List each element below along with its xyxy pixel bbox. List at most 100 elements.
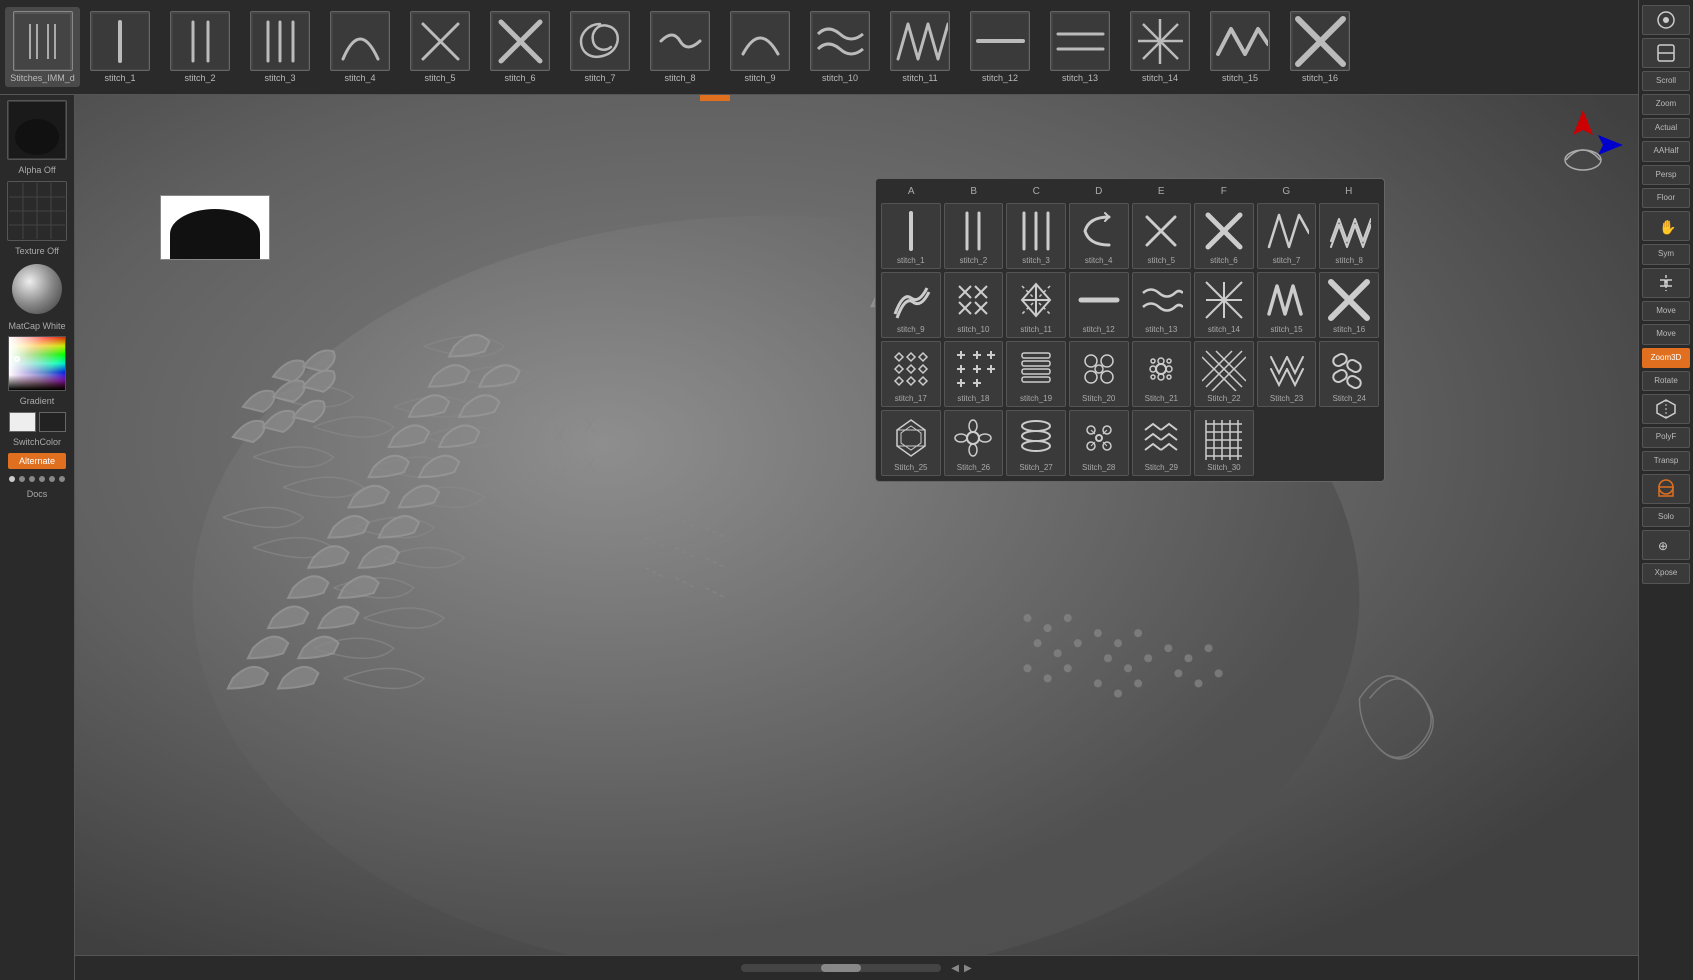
bpr-icon-btn[interactable] [1642,5,1690,35]
color-gradient[interactable] [8,336,66,391]
picker-stitch6[interactable]: stitch_6 [1194,203,1254,269]
alpha-thumb[interactable] [7,100,67,160]
sym-icon[interactable] [1642,268,1690,298]
brush-stitch6[interactable]: stitch_6 [480,7,560,87]
actual-btn[interactable]: Actual [1642,118,1690,138]
picker-stitch23-label: Stitch_23 [1270,394,1303,403]
picker-stitch9-icon [887,276,935,324]
picker-stitch8[interactable]: stitch_8 [1319,203,1379,269]
brush-stitch4-thumb [330,11,390,71]
texture-thumb[interactable] [7,181,67,241]
matcap-ball[interactable] [12,264,62,314]
picker-stitch16[interactable]: stitch_16 [1319,272,1379,338]
picker-stitch18[interactable]: stitch_18 [944,341,1004,407]
scroll-thumb[interactable] [821,964,861,972]
sym-btn[interactable]: Sym [1642,244,1690,264]
brush-stitch6-thumb [490,11,550,71]
brush-stitch10[interactable]: stitch_10 [800,7,880,87]
rotate-btn[interactable]: Rotate [1642,371,1690,391]
picker-stitch23[interactable]: Stitch_23 [1257,341,1317,407]
dot-4 [39,476,45,482]
brush-stitch16[interactable]: stitch_16 [1280,7,1360,87]
picker-stitch18-icon [949,345,997,393]
brush-stitch8[interactable]: stitch_8 [640,7,720,87]
aahalf-btn[interactable]: AAHalf [1642,141,1690,161]
picker-stitch15[interactable]: stitch_15 [1257,272,1317,338]
picker-stitch16-label: stitch_16 [1333,325,1365,334]
move-btn[interactable]: Move [1642,324,1690,344]
picker-stitch7-label: stitch_7 [1273,256,1301,265]
picker-stitch8-label: stitch_8 [1335,256,1363,265]
picker-stitch15-label: stitch_15 [1271,325,1303,334]
scroll-arrow-right[interactable]: ▶ [964,963,972,974]
floor-btn[interactable]: Floor [1642,188,1690,208]
transp-btn[interactable]: Transp [1642,451,1690,471]
swatch-black[interactable] [39,412,66,432]
picker-stitch12[interactable]: stitch_12 [1069,272,1129,338]
picker-stitch4[interactable]: stitch_4 [1069,203,1129,269]
picker-stitch26[interactable]: Stitch_26 [944,410,1004,476]
brush-stitch1[interactable]: stitch_1 [80,7,160,87]
brush-stitch4[interactable]: stitch_4 [320,7,400,87]
picker-stitch17[interactable]: stitch_17 [881,341,941,407]
zoom3d-btn[interactable]: Zoom3D [1642,348,1690,368]
col-g: G [1256,184,1317,199]
alternate-btn[interactable]: Alternate [8,453,66,469]
picker-stitch25[interactable]: Stitch_25 [881,410,941,476]
picker-stitch10[interactable]: stitch_10 [944,272,1004,338]
picker-stitch22[interactable]: Stitch_22 [1194,341,1254,407]
picker-stitch13[interactable]: stitch_13 [1132,272,1192,338]
picker-stitch1[interactable]: stitch_1 [881,203,941,269]
scroll-btn[interactable]: Scroll [1642,71,1690,91]
brush-stitch9[interactable]: stitch_9 [720,7,800,87]
polyf-btn[interactable]: PolyF [1642,427,1690,447]
picker-stitch25-icon [887,414,935,462]
spix-icon-btn[interactable] [1642,38,1690,68]
brush-stitch5[interactable]: stitch_5 [400,7,480,87]
picker-stitch27[interactable]: Stitch_27 [1006,410,1066,476]
xpose-icon[interactable]: ⊕ [1642,530,1690,560]
texture-label: Texture Off [15,246,59,257]
xpose-btn[interactable]: Xpose [1642,563,1690,583]
picker-stitch3[interactable]: stitch_3 [1006,203,1066,269]
picker-stitch2[interactable]: stitch_2 [944,203,1004,269]
brush-stitch3[interactable]: stitch_3 [240,7,320,87]
picker-column-headers: A B C D E F G H [881,184,1379,199]
brush-stitch13[interactable]: stitch_13 [1040,7,1120,87]
zoom-btn[interactable]: Zoom [1642,94,1690,114]
hand-icon-btn[interactable]: ✋ [1642,211,1690,241]
picker-stitch5-label: stitch_5 [1148,256,1176,265]
picker-stitch11[interactable]: stitch_11 [1006,272,1066,338]
picker-stitch7[interactable]: stitch_7 [1257,203,1317,269]
frame-btn[interactable]: Move [1642,301,1690,321]
polyf-icon[interactable] [1642,394,1690,424]
picker-stitch9[interactable]: stitch_9 [881,272,941,338]
persp-btn[interactable]: Persp [1642,165,1690,185]
picker-stitch28[interactable]: Stitch_28 [1069,410,1129,476]
main-brush-item[interactable]: Stitches_IMM_d [5,7,80,87]
brush-stitch7-thumb [570,11,630,71]
brush-stitch7[interactable]: stitch_7 [560,7,640,87]
picker-stitch30[interactable]: Stitch_30 [1194,410,1254,476]
preview-thumbnail[interactable] [160,195,270,260]
picker-stitch21-label: Stitch_21 [1145,394,1178,403]
picker-stitch13-icon [1137,276,1185,324]
brush-stitch2[interactable]: stitch_2 [160,7,240,87]
solo-btn[interactable]: Solo [1642,507,1690,527]
brush-stitch12[interactable]: stitch_12 [960,7,1040,87]
picker-stitch24[interactable]: Stitch_24 [1319,341,1379,407]
brush-stitch11[interactable]: stitch_11 [880,7,960,87]
scroll-track[interactable] [741,964,941,972]
swatch-white[interactable] [9,412,36,432]
picker-stitch20[interactable]: Stitch_20 [1069,341,1129,407]
picker-stitch5[interactable]: stitch_5 [1132,203,1192,269]
dyna-icon[interactable] [1642,474,1690,504]
brush-stitch14[interactable]: stitch_14 [1120,7,1200,87]
picker-stitch19[interactable]: stitch_19 [1006,341,1066,407]
picker-stitch29[interactable]: Stitch_29 [1132,410,1192,476]
brush-stitch15[interactable]: stitch_15 [1200,7,1280,87]
main-canvas[interactable] [75,95,1638,955]
picker-stitch21[interactable]: Stitch_21 [1132,341,1192,407]
picker-stitch14[interactable]: stitch_14 [1194,272,1254,338]
scroll-arrow-left[interactable]: ◀ [951,963,959,974]
